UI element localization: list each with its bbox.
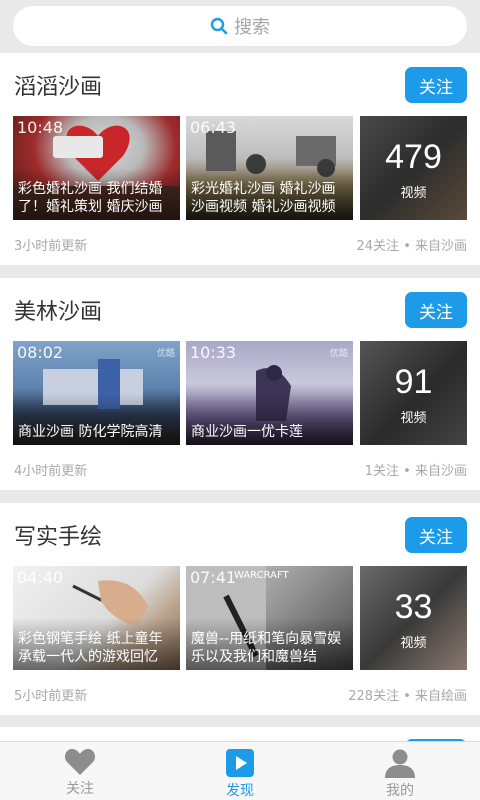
video-thumbnail[interactable]: 08:02 优酷 商业沙画 防化学院高清 — [13, 341, 180, 445]
video-caption: 彩色婚礼沙画 我们结婚了！婚礼策划 婚庆沙画 — [18, 181, 163, 215]
play-icon — [226, 749, 254, 777]
channel-meta: 1关注 • 来自沙画 — [364, 464, 467, 479]
follow-button[interactable]: 关注 — [405, 67, 467, 103]
video-count: 479 — [385, 138, 442, 176]
tab-discover[interactable]: 发现 — [160, 742, 320, 800]
search-placeholder: 搜索 — [234, 17, 270, 38]
tab-follow[interactable]: 关注 — [0, 742, 160, 800]
tab-label: 关注 — [66, 781, 94, 797]
channel-card: 美林沙画 关注 08:02 优酷 商业沙画 防化学院高清 10:33 优酷 商业… — [0, 278, 480, 490]
heart-icon — [64, 748, 96, 775]
video-duration: 08:02 — [17, 343, 64, 362]
video-thumbnail[interactable]: 06:43 彩光婚礼沙画 婚礼沙画 沙画视频 婚礼沙画视频 — [186, 116, 353, 220]
more-videos-tile[interactable]: 33 视频 — [360, 566, 467, 670]
channel-meta: 24关注 • 来自沙画 — [356, 239, 467, 254]
follow-button[interactable]: 关注 — [405, 517, 467, 553]
video-thumbnail[interactable]: 04:40 彩色钢笔手绘 纸上童年 承载一代人的游戏回忆 — [13, 566, 180, 670]
person-icon — [385, 749, 415, 778]
source-logo: 优酷 — [156, 349, 175, 359]
video-caption: 彩光婚礼沙画 婚礼沙画 沙画视频 婚礼沙画视频 — [191, 181, 336, 215]
search-icon — [210, 17, 228, 35]
video-count-label: 视频 — [400, 636, 427, 651]
video-duration: 07:41 — [190, 568, 237, 587]
video-duration: 06:43 — [190, 118, 237, 137]
video-caption: 彩色钢笔手绘 纸上童年 承载一代人的游戏回忆 — [18, 631, 163, 665]
channel-meta: 228关注 • 来自绘画 — [348, 689, 467, 704]
more-videos-tile[interactable]: 479 视频 — [360, 116, 467, 220]
video-thumbnail[interactable]: 10:33 优酷 商业沙画一优卡莲 — [186, 341, 353, 445]
video-caption: 商业沙画 防化学院高清 — [18, 424, 163, 440]
tab-mine[interactable]: 我的 — [320, 742, 480, 800]
more-videos-tile[interactable]: 91 视频 — [360, 341, 467, 445]
video-caption: 魔兽--用纸和笔向暴雪娱乐以及我们和魔兽结 — [191, 631, 342, 665]
video-thumbnail[interactable]: 10:48 彩色婚礼沙画 我们结婚了！婚礼策划 婚庆沙画 — [13, 116, 180, 220]
video-thumbnail[interactable]: 07:41 WARCRAFT 魔兽--用纸和笔向暴雪娱乐以及我们和魔兽结 — [186, 566, 353, 670]
video-caption: 商业沙画一优卡莲 — [191, 424, 303, 440]
channel-card: 写实手绘 关注 04:40 彩色钢笔手绘 纸上童年 承载一代人的游戏回忆 07:… — [0, 503, 480, 715]
bottom-tab-bar: 关注 发现 我的 — [0, 741, 480, 800]
search-bar: 搜索 — [0, 0, 480, 52]
follow-button[interactable]: 关注 — [405, 292, 467, 328]
tab-label: 我的 — [386, 783, 414, 799]
video-count: 33 — [394, 588, 433, 626]
channel-title[interactable]: 滔滔沙画 — [14, 69, 102, 101]
update-time: 4小时前更新 — [14, 464, 88, 479]
tab-label: 发现 — [226, 783, 254, 799]
source-logo: WARCRAFT — [234, 570, 289, 581]
search-input[interactable]: 搜索 — [13, 6, 467, 46]
video-count-label: 视频 — [400, 411, 427, 426]
update-time: 5小时前更新 — [14, 689, 88, 704]
video-duration: 04:40 — [17, 568, 64, 587]
channel-title[interactable]: 写实手绘 — [14, 519, 102, 551]
channel-title[interactable]: 美林沙画 — [14, 294, 102, 326]
video-count: 91 — [394, 363, 433, 401]
video-duration: 10:48 — [17, 118, 64, 137]
video-count-label: 视频 — [400, 186, 427, 201]
source-logo: 优酷 — [329, 349, 348, 359]
video-duration: 10:33 — [190, 343, 237, 362]
channel-card: 滔滔沙画 关注 10:48 彩色婚礼沙画 我们结婚了！婚礼策划 婚庆沙画 06:… — [0, 53, 480, 265]
update-time: 3小时前更新 — [14, 239, 88, 254]
